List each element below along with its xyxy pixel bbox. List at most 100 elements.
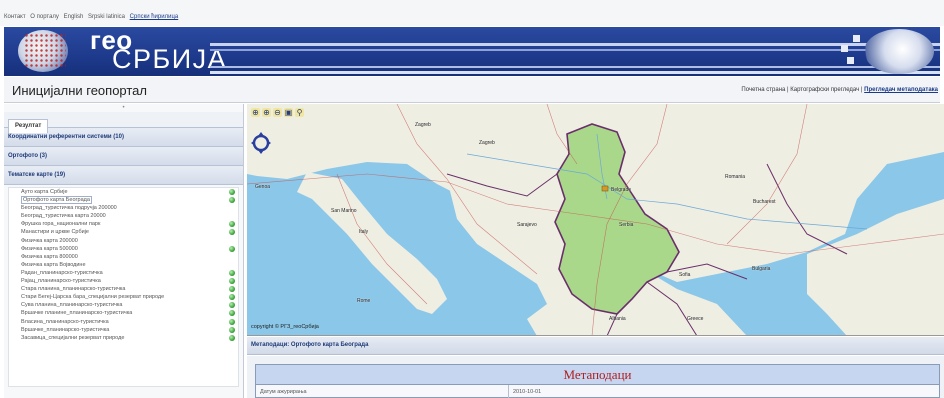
layer-list-item[interactable]: Рајац_планинарско-туристичка bbox=[9, 277, 238, 285]
online-status-icon[interactable] bbox=[229, 294, 235, 301]
layer-list-item[interactable]: Засавица_специјални резерват природе bbox=[9, 334, 238, 342]
layer-label: Власина_планинарско-туристичка bbox=[21, 318, 109, 325]
layer-label: Рајац_планинарско-туристичка bbox=[21, 278, 101, 285]
belgrade-marker bbox=[601, 185, 609, 192]
banner-stripe bbox=[210, 66, 940, 68]
layer-list-item[interactable]: Стари Бегеј-Царска бара_специјални резер… bbox=[9, 293, 238, 301]
binoculars-icon[interactable]: ⚲ bbox=[295, 108, 304, 117]
layer-list-item[interactable]: Физичка карта 800000 bbox=[9, 253, 238, 261]
link-contact[interactable]: Контакт bbox=[4, 14, 26, 20]
online-status-icon[interactable] bbox=[229, 245, 235, 252]
layer-label: Манастири и цркве Србије bbox=[21, 229, 89, 236]
decorative-square bbox=[847, 57, 854, 64]
online-status-icon[interactable] bbox=[229, 197, 235, 204]
metadata-heading: Метаподаци bbox=[256, 365, 939, 385]
metadata-row: Датум ажурирања 2010-10-01 bbox=[256, 385, 939, 398]
layer-list: Ауто карта Србије Ортофото карта Београда… bbox=[8, 187, 239, 387]
online-status-icon[interactable] bbox=[229, 269, 235, 276]
city-label: Zagreb bbox=[415, 122, 431, 128]
layer-label: Београд_туристичка карта 20000 bbox=[21, 213, 106, 220]
nav-home[interactable]: Почетна страна bbox=[741, 87, 785, 93]
city-label: Romania bbox=[725, 174, 746, 180]
map-toolbar: ⊕ ⊕ ⊖ ▣ ⚲ bbox=[251, 108, 304, 118]
metadata-title-bar[interactable]: Метаподаци: Ортофото карта Београда bbox=[247, 337, 944, 355]
city-label: Bucharest bbox=[753, 199, 776, 205]
layer-list-item[interactable]: Београд_туристичка карта 20000 bbox=[9, 212, 238, 220]
city-label: Sarajevo bbox=[517, 222, 537, 228]
layer-label: Физичка карта 200000 bbox=[21, 237, 78, 244]
layer-label: Вршачке_планинарско-туристичка bbox=[21, 326, 110, 333]
layer-list-item[interactable]: Манастири и цркве Србије bbox=[9, 228, 238, 236]
accordion-orthophoto[interactable]: Ортофото (3) bbox=[4, 147, 243, 166]
link-latin[interactable]: Srpski latinica bbox=[88, 14, 125, 20]
city-label: Albania bbox=[609, 316, 626, 322]
layer-label: Стара планина_планинарско-туристичка bbox=[21, 286, 126, 293]
nav-metadata-viewer[interactable]: Прегледач метаподатака bbox=[864, 87, 938, 93]
online-status-icon[interactable] bbox=[229, 326, 235, 333]
metadata-key: Датум ажурирања bbox=[256, 385, 509, 398]
layer-list-item[interactable]: Радан_планинарско-туристичка bbox=[9, 269, 238, 277]
pan-control-icon[interactable] bbox=[251, 132, 271, 154]
map-canvas[interactable] bbox=[247, 104, 944, 336]
layer-list-item[interactable]: Вршачке планине_планинарско-туристичка bbox=[9, 309, 238, 317]
layer-label: Засавица_специјални резерват природе bbox=[21, 334, 125, 341]
metadata-panel: Метаподаци Датум ажурирања 2010-10-01 bbox=[247, 356, 944, 398]
city-label: Genoa bbox=[255, 184, 271, 190]
online-status-icon[interactable] bbox=[229, 334, 235, 341]
banner-stripe bbox=[210, 43, 940, 46]
print-icon[interactable]: ▣ bbox=[284, 108, 293, 117]
city-label: Rome bbox=[357, 298, 371, 304]
layer-list-item[interactable]: Власина_планинарско-туристичка bbox=[9, 318, 238, 326]
accordion-thematic-maps[interactable]: Тематске карте (19) bbox=[4, 166, 243, 185]
layer-list-item[interactable]: Физичка карта 500000 bbox=[9, 245, 238, 253]
banner-stripe bbox=[210, 71, 940, 74]
layer-list-item[interactable]: Београд_туристичка подручја 200000 bbox=[9, 204, 238, 212]
layer-label: Ортофото карта Београда bbox=[21, 196, 92, 205]
online-status-icon[interactable] bbox=[229, 221, 235, 228]
metadata-value: 2010-10-01 bbox=[513, 389, 542, 395]
city-label: San Marino bbox=[331, 208, 357, 214]
zoom-in-icon[interactable]: ⊕ bbox=[251, 108, 260, 117]
metadata-table: Метаподаци Датум ажурирања 2010-10-01 bbox=[255, 364, 940, 398]
layer-list-item[interactable]: Фрушка гора_национални парк bbox=[9, 220, 238, 228]
layer-label: Физичка карта 500000 bbox=[21, 245, 78, 252]
city-label: Sofia bbox=[679, 272, 691, 278]
city-label: Greece bbox=[687, 316, 704, 322]
decorative-globe-icon bbox=[864, 29, 934, 74]
layer-list-item[interactable]: Физичка карта 200000 bbox=[9, 237, 238, 245]
layer-list-item[interactable]: Сува планина_планинарско-туристичка bbox=[9, 301, 238, 309]
panel-grip[interactable]: • bbox=[4, 104, 243, 112]
layer-list-item[interactable]: Вршачке_планинарско-туристичка bbox=[9, 326, 238, 334]
zoom-in-box-icon[interactable]: ⊕ bbox=[262, 108, 271, 117]
layer-label: Физичка карта Војводине bbox=[21, 261, 86, 268]
map-viewer[interactable]: ⊕ ⊕ ⊖ ▣ ⚲ Zagreb Zagreb Belgrade Buchare… bbox=[247, 104, 944, 336]
zoom-out-icon[interactable]: ⊖ bbox=[273, 108, 282, 117]
result-tabstrip: Резултат bbox=[4, 112, 243, 133]
online-status-icon[interactable] bbox=[229, 278, 235, 285]
link-english[interactable]: English bbox=[64, 14, 84, 20]
online-status-icon[interactable] bbox=[229, 302, 235, 309]
link-about[interactable]: О порталу bbox=[30, 14, 59, 20]
top-links-bar: Контакт О порталу English Srpski latinic… bbox=[0, 0, 944, 26]
page-title: Иницијални геопортал bbox=[12, 83, 148, 98]
online-status-icon[interactable] bbox=[229, 229, 235, 236]
nav-map-viewer[interactable]: Картографски прегледач bbox=[790, 87, 859, 93]
layer-label: Фрушка гора_национални парк bbox=[21, 221, 101, 228]
layer-list-item[interactable]: Ортофото карта Београда bbox=[9, 196, 238, 205]
layer-list-item[interactable]: Ауто карта Србије bbox=[9, 188, 238, 196]
layer-label: Вршачке планине_планинарско-туристичка bbox=[21, 310, 133, 317]
layer-label: Београд_туристичка подручја 200000 bbox=[21, 205, 117, 212]
layer-list-item[interactable]: Физичка карта Војводине bbox=[9, 261, 238, 269]
layer-list-item[interactable]: Стара планина_планинарско-туристичка bbox=[9, 285, 238, 293]
layer-label: Радан_планинарско-туристичка bbox=[21, 269, 103, 276]
map-copyright: copyright © РГЗ_геоСрбија bbox=[251, 324, 319, 330]
link-cyrillic[interactable]: Српски ћирилица bbox=[130, 14, 179, 20]
online-status-icon[interactable] bbox=[229, 318, 235, 325]
online-status-icon[interactable] bbox=[229, 286, 235, 293]
online-status-icon[interactable] bbox=[229, 310, 235, 317]
online-status-icon[interactable] bbox=[229, 189, 235, 195]
decorative-square bbox=[841, 45, 848, 52]
top-nav: Почетна страна | Картографски прегледач … bbox=[741, 87, 938, 93]
tab-results[interactable]: Резултат bbox=[8, 119, 49, 133]
city-label: Bulgaria bbox=[752, 266, 771, 272]
